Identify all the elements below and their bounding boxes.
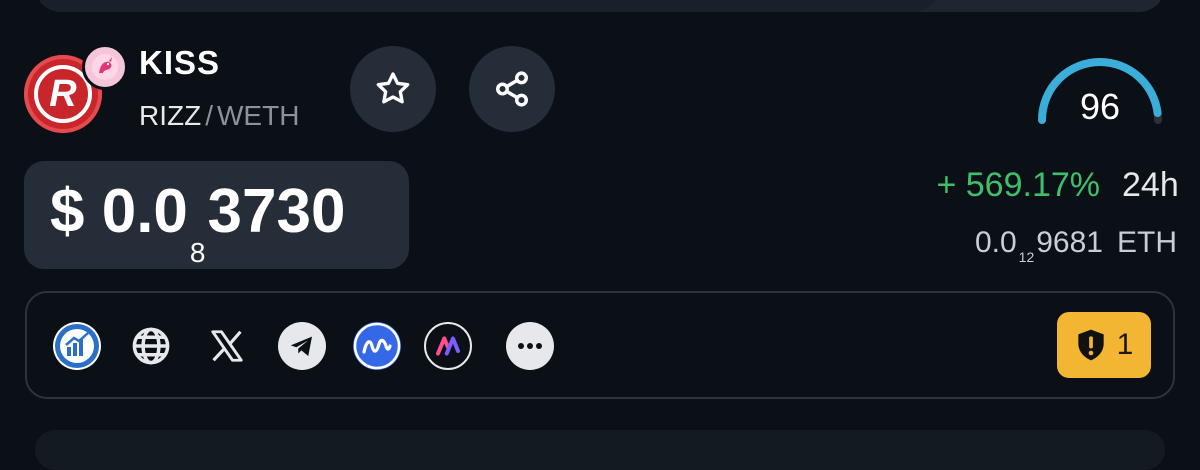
- trading-pair: RIZZ / WETH: [139, 100, 299, 132]
- more-icon[interactable]: [506, 322, 554, 370]
- price-digits: 3730: [207, 177, 346, 246]
- price-change: + 569.17%: [936, 166, 1100, 204]
- eth-price-zero-count: 12: [1018, 249, 1035, 265]
- chart-icon[interactable]: [53, 322, 101, 370]
- pair-separator: /: [205, 100, 213, 131]
- eth-price-lead: 0.0: [974, 226, 1017, 259]
- change-period: 24h: [1122, 166, 1179, 204]
- star-icon: [376, 72, 410, 104]
- usd-price: $ 0.083730: [50, 176, 346, 268]
- audit-warning-button[interactable]: 1: [1057, 312, 1151, 378]
- next-section-edge: [35, 430, 1165, 470]
- price-lead: 0.0: [101, 177, 188, 246]
- price-zero-count: 8: [189, 237, 206, 268]
- token-name: KISS: [139, 44, 221, 81]
- quote-symbol: WETH: [217, 100, 300, 131]
- eth-price: 0.0 129681 ETH: [974, 226, 1177, 265]
- eth-unit: ETH: [1117, 226, 1177, 259]
- x-icon[interactable]: [203, 322, 251, 370]
- coinmarketcap-icon[interactable]: [353, 322, 401, 370]
- app-icon[interactable]: [424, 322, 472, 370]
- share-icon: [496, 71, 528, 107]
- search-bar[interactable]: [35, 0, 1165, 12]
- audit-count: 1: [1116, 328, 1134, 361]
- telegram-icon[interactable]: [278, 322, 326, 370]
- currency-symbol: $: [50, 177, 85, 246]
- favorite-button[interactable]: [350, 46, 436, 132]
- score-value: 96: [1079, 86, 1121, 127]
- uniswap-icon: [82, 44, 128, 90]
- base-symbol: RIZZ: [139, 100, 202, 131]
- globe-icon[interactable]: [127, 322, 175, 370]
- shield-warning-icon: [1077, 329, 1104, 361]
- eth-price-digits: 9681: [1036, 226, 1103, 259]
- links-bar: [25, 291, 1175, 399]
- share-button[interactable]: [469, 46, 555, 132]
